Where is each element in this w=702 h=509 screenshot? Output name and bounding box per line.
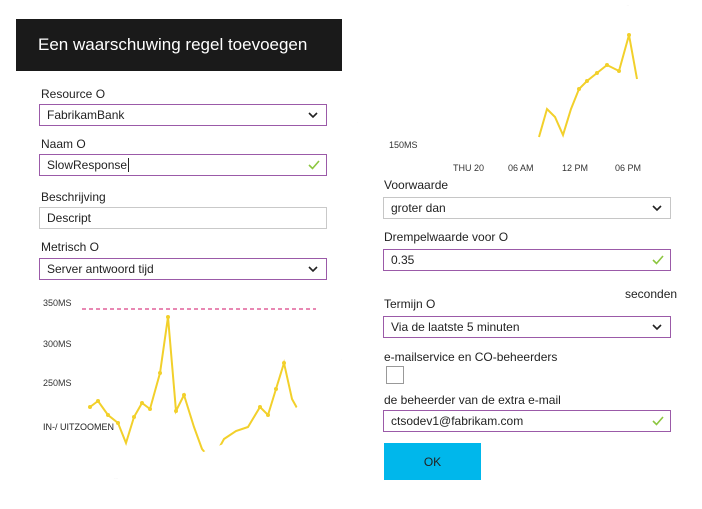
email-owners-label: e-mailservice en CO-beheerders — [384, 350, 558, 364]
metric-dropdown[interactable]: Server antwoord tijd — [39, 258, 327, 280]
extra-email-label: de beheerder van de extra e-mail — [384, 393, 561, 407]
chevron-down-icon — [308, 266, 318, 273]
chart-x-label-12pm: 12 PM — [562, 163, 589, 173]
description-value: Descript — [47, 211, 92, 225]
metric-series-line-top — [538, 34, 638, 138]
period-value: Via de laatste 5 minuten — [391, 320, 520, 334]
resource-value: FabrikamBank — [47, 108, 125, 122]
threshold-label: Drempelwaarde voor O — [384, 230, 509, 244]
chart-x-label-thu20: THU 20 — [453, 163, 485, 173]
extra-email-value: ctsodev1@fabrikam.com — [391, 414, 524, 428]
email-owners-checkbox[interactable] — [386, 366, 404, 384]
chevron-down-icon — [308, 112, 318, 119]
condition-dropdown[interactable]: groter dan — [383, 197, 671, 219]
text-cursor — [128, 158, 130, 172]
metric-chart — [82, 308, 316, 463]
name-input[interactable]: SlowResponse — [39, 154, 327, 176]
resource-label: Resource O — [41, 87, 106, 101]
chart-x-label-06am: 06 AM — [508, 163, 534, 173]
chevron-down-icon — [652, 205, 662, 212]
description-label: Beschrijving — [41, 190, 106, 204]
add-alert-rule-panel: Een waarschuwing regel toevoegen Resourc… — [16, 19, 342, 479]
alert-rule-settings-panel: 150MS THU 20 06 AM 12 PM 06 PM Voorwaard… — [357, 5, 689, 496]
period-label: Termijn O — [384, 297, 436, 311]
threshold-input[interactable]: 0.35 — [383, 249, 671, 271]
condition-label: Voorwaarde — [384, 178, 449, 192]
metric-label: Metrisch O — [41, 240, 100, 254]
seconds-label: seconden — [625, 287, 678, 301]
period-dropdown[interactable]: Via de laatste 5 minuten — [383, 316, 671, 338]
metric-series-points — [88, 315, 286, 425]
name-label: Naam O — [41, 137, 86, 151]
checkmark-icon — [652, 416, 664, 426]
metric-value: Server antwoord tijd — [47, 262, 154, 276]
name-value: SlowResponse — [47, 158, 128, 172]
extra-email-input[interactable]: ctsodev1@fabrikam.com — [383, 410, 671, 432]
ok-button[interactable]: OK — [384, 443, 481, 480]
description-input[interactable]: Descript — [39, 207, 327, 229]
checkmark-icon — [652, 255, 664, 265]
threshold-value: 0.35 — [391, 253, 415, 267]
condition-value: groter dan — [391, 201, 446, 215]
metric-series-line — [89, 316, 303, 463]
chevron-down-icon — [652, 324, 662, 331]
panel-title: Een waarschuwing regel toevoegen — [16, 19, 342, 71]
resource-dropdown[interactable]: FabrikamBank — [39, 104, 327, 126]
checkmark-icon — [308, 160, 320, 170]
chart-x-label-06pm: 06 PM — [615, 163, 642, 173]
chart-y-label-150: 150MS — [389, 140, 418, 150]
